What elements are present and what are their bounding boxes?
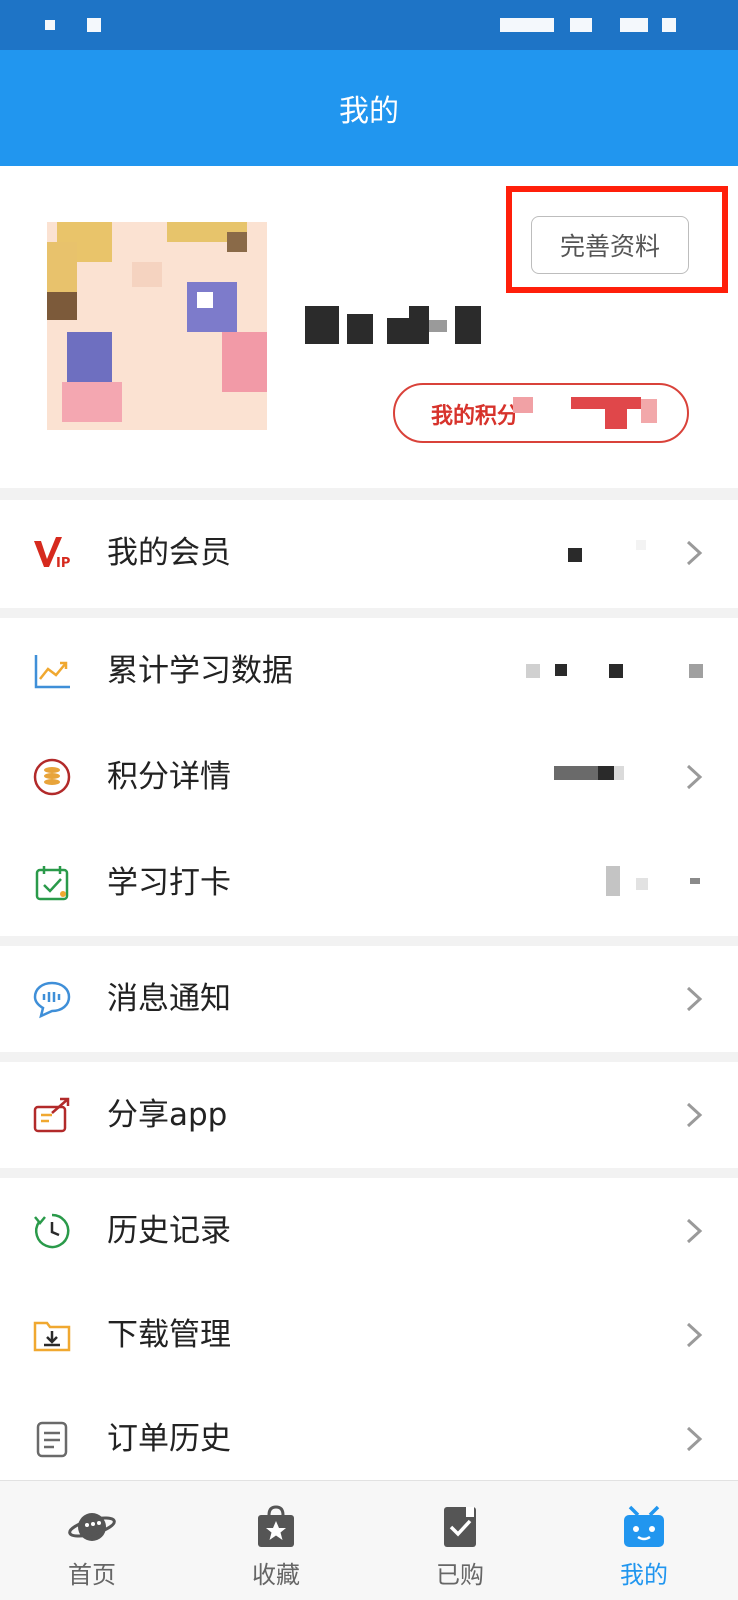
avatar[interactable] bbox=[47, 222, 267, 430]
menu-group-share: 分享app bbox=[0, 1062, 738, 1168]
my-points-button[interactable]: 我的积分 bbox=[393, 383, 689, 443]
highlight-annotation bbox=[506, 186, 728, 293]
tv-face-icon bbox=[624, 1505, 664, 1547]
menu-item-label: 积分详情 bbox=[107, 759, 231, 795]
svg-text:IP: IP bbox=[56, 556, 70, 571]
menu-group-study: 累计学习数据 积分详情 学习打卡 bbox=[0, 618, 738, 936]
my-points-label: 我的积分 bbox=[431, 404, 520, 429]
menu-item-checkin[interactable]: 学习打卡 bbox=[0, 830, 738, 936]
calendar-check-icon bbox=[35, 866, 69, 901]
menu-item-study-data[interactable]: 累计学习数据 bbox=[0, 618, 738, 724]
clipboard-check-icon bbox=[444, 1507, 476, 1547]
username-redacted bbox=[305, 306, 485, 344]
profile-card: 完善资料 我的积分 bbox=[0, 166, 738, 488]
tab-home[interactable]: 首页 bbox=[0, 1481, 184, 1600]
menu-item-label: 学习打卡 bbox=[107, 865, 231, 901]
share-icon bbox=[33, 1097, 70, 1133]
menu-item-label: 历史记录 bbox=[107, 1213, 231, 1249]
menu-item-label: 消息通知 bbox=[107, 981, 231, 1017]
planet-icon bbox=[68, 1513, 116, 1541]
clock-history-icon bbox=[34, 1213, 70, 1249]
menu-item-notifications[interactable]: 消息通知 bbox=[0, 946, 738, 1052]
menu-item-label: 分享app bbox=[107, 1097, 228, 1133]
document-icon bbox=[36, 1421, 68, 1458]
bottom-tab-bar: 首页 收藏 已购 我的 bbox=[0, 1480, 738, 1600]
chevron-right-icon bbox=[686, 1322, 703, 1348]
menu-item-label: 订单历史 bbox=[107, 1421, 231, 1457]
tab-mine[interactable]: 我的 bbox=[552, 1481, 736, 1600]
tab-favorites[interactable]: 收藏 bbox=[184, 1481, 368, 1600]
page-header: 我的 bbox=[0, 50, 738, 166]
page-title: 我的 bbox=[339, 94, 399, 129]
menu-item-label: 累计学习数据 bbox=[107, 653, 293, 689]
tab-purchased[interactable]: 已购 bbox=[368, 1481, 552, 1600]
message-bubble-icon bbox=[33, 981, 71, 1019]
chevron-right-icon bbox=[686, 986, 703, 1012]
menu-item-share[interactable]: 分享app bbox=[0, 1062, 738, 1168]
status-bar bbox=[0, 0, 738, 50]
menu-group-notifications: 消息通知 bbox=[0, 946, 738, 1052]
menu-item-label: 我的会员 bbox=[107, 535, 231, 571]
chevron-right-icon bbox=[686, 540, 703, 566]
chevron-right-icon bbox=[686, 1426, 703, 1452]
chart-line-icon bbox=[34, 655, 70, 689]
bag-star-icon bbox=[258, 1505, 294, 1547]
menu-group-membership: IP 我的会员 bbox=[0, 500, 738, 608]
tab-label: 已购 bbox=[436, 1561, 484, 1589]
coin-stack-icon bbox=[33, 758, 71, 796]
chevron-right-icon bbox=[686, 1102, 703, 1128]
tab-label: 首页 bbox=[68, 1561, 116, 1589]
vip-icon: IP bbox=[34, 537, 70, 571]
download-folder-icon bbox=[33, 1321, 71, 1352]
menu-item-history[interactable]: 历史记录 bbox=[0, 1178, 738, 1284]
tab-label: 收藏 bbox=[252, 1561, 300, 1589]
menu-item-label: 下载管理 bbox=[107, 1317, 231, 1353]
menu-item-orders[interactable]: 订单历史 bbox=[0, 1386, 738, 1492]
menu-group-records: 历史记录 下载管理 订单历史 bbox=[0, 1178, 738, 1480]
menu-item-membership[interactable]: IP 我的会员 bbox=[0, 500, 738, 606]
menu-item-downloads[interactable]: 下载管理 bbox=[0, 1282, 738, 1388]
menu-item-points-detail[interactable]: 积分详情 bbox=[0, 724, 738, 830]
chevron-right-icon bbox=[686, 764, 703, 790]
tab-label: 我的 bbox=[620, 1561, 668, 1589]
chevron-right-icon bbox=[686, 1218, 703, 1244]
